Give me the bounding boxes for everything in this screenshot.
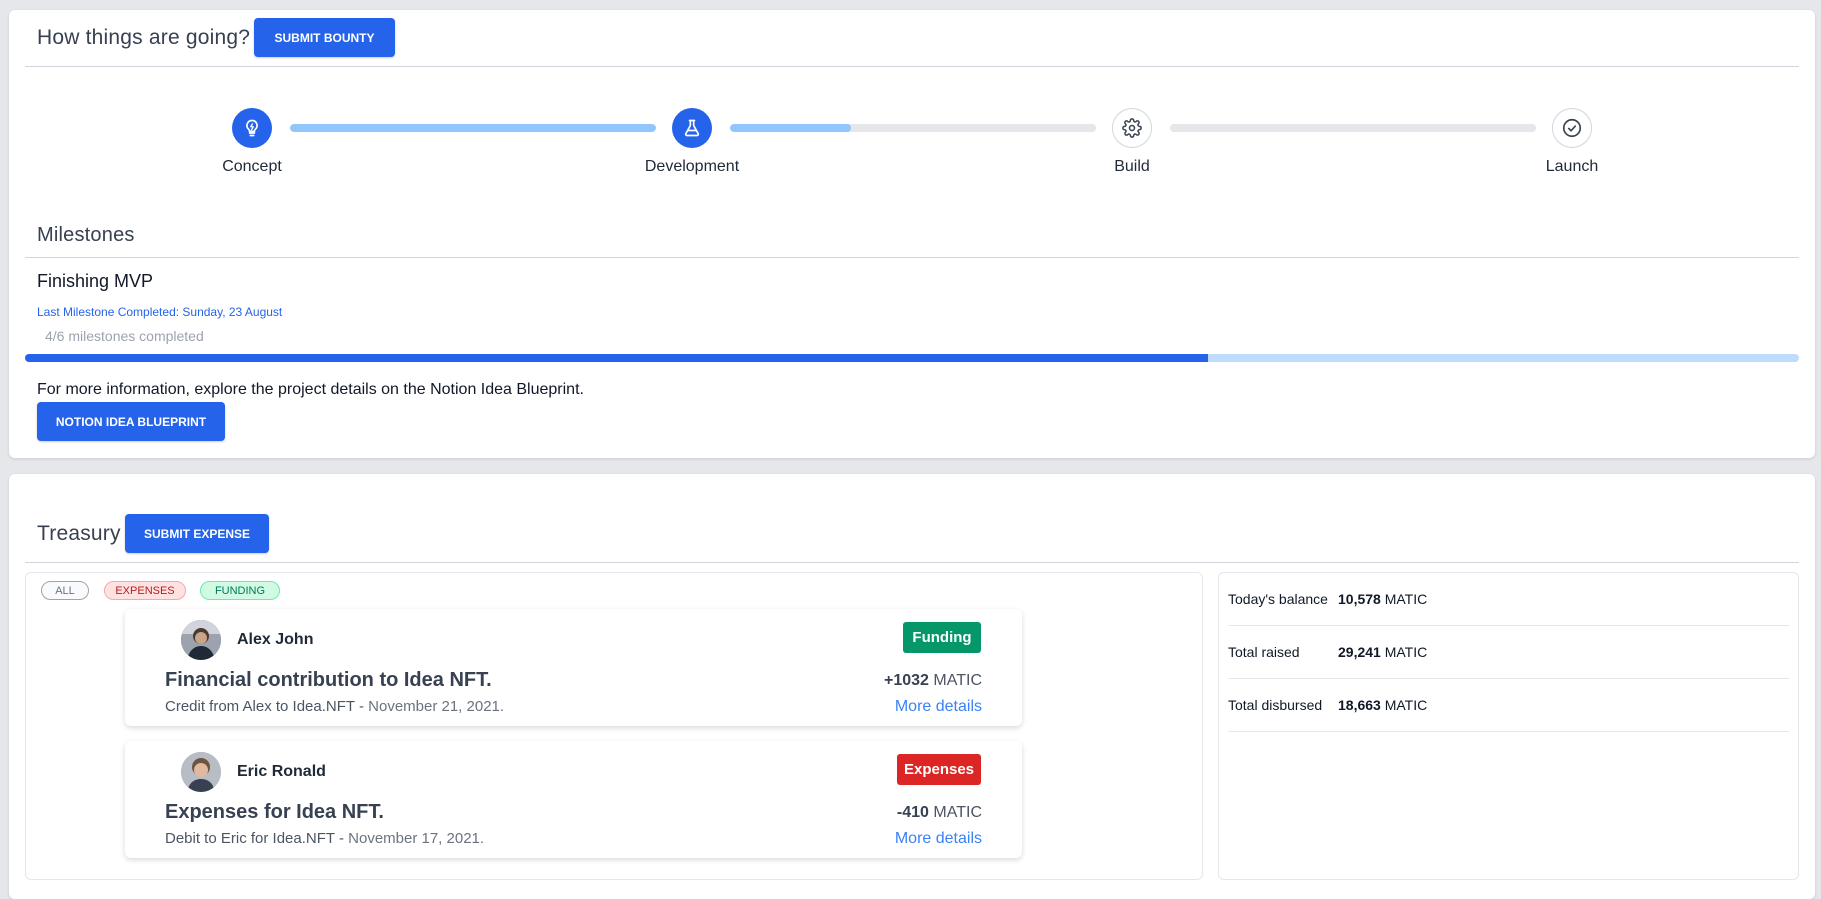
separator: -	[354, 698, 369, 715]
divider	[25, 66, 1799, 67]
transaction-title: Expenses for Idea NFT.	[165, 801, 384, 823]
more-details-link[interactable]: More details	[895, 698, 982, 716]
info-text: For more information, explore the projec…	[37, 381, 584, 398]
stat-row-disbursed: Total disbursed 18,663 MATIC	[1228, 679, 1789, 732]
amount-value: +1032	[884, 672, 929, 689]
step-connector-2	[730, 124, 1096, 132]
avatar	[181, 620, 221, 660]
last-milestone-text: Last Milestone Completed: Sunday, 23 Aug…	[37, 305, 283, 319]
more-details-link[interactable]: More details	[895, 830, 982, 848]
step-development: Development	[632, 108, 752, 176]
funding-badge: Funding	[903, 622, 981, 653]
step-build-label: Build	[1114, 158, 1150, 175]
divider	[25, 257, 1799, 258]
stat-number: 18,663	[1338, 697, 1381, 713]
progress-card: How things are going? SUBMIT BOUNTY Conc…	[9, 10, 1815, 458]
filter-all[interactable]: ALL	[41, 581, 89, 600]
transaction-name: Eric Ronald	[237, 763, 326, 780]
stat-label: Total disbursed	[1228, 697, 1323, 713]
transaction-title: Financial contribution to Idea NFT.	[165, 669, 492, 691]
step-build: Build	[1072, 108, 1192, 176]
stat-label: Total raised	[1228, 644, 1300, 660]
stat-unit: MATIC	[1384, 697, 1428, 713]
milestone-count: 4/6 milestones completed	[45, 328, 204, 344]
step-launch-circle	[1552, 108, 1592, 148]
amount-unit: MATIC	[933, 672, 982, 689]
filter-expenses[interactable]: EXPENSES	[104, 581, 186, 600]
avatar-alex-image	[181, 620, 221, 660]
stat-unit: MATIC	[1384, 591, 1428, 607]
milestone-progress-fill	[25, 354, 1208, 362]
expenses-badge: Expenses	[897, 754, 981, 785]
transaction-card[interactable]: Alex John Funding Financial contribution…	[125, 609, 1022, 726]
transaction-amount: -410 MATIC	[897, 804, 982, 822]
notion-blueprint-button[interactable]: NOTION IDEA BLUEPRINT	[37, 402, 225, 441]
transaction-amount: +1032 MATIC	[884, 672, 982, 690]
step-connector-3	[1170, 124, 1536, 132]
step-concept: Concept	[192, 108, 312, 176]
stat-row-balance: Today's balance 10,578 MATIC	[1228, 573, 1789, 626]
milestones-title: Milestones	[37, 224, 135, 246]
step-concept-label: Concept	[222, 158, 282, 175]
step-launch: Launch	[1512, 108, 1632, 176]
transaction-description-text: Credit from Alex to Idea.NFT	[165, 698, 355, 715]
transaction-name: Alex John	[237, 631, 314, 648]
milestone-current: Finishing MVP	[37, 271, 154, 291]
transaction-description-text: Debit to Eric for Idea.NFT	[165, 830, 335, 847]
filter-funding[interactable]: FUNDING	[200, 581, 280, 600]
flask-icon	[684, 119, 700, 137]
treasury-title: Treasury	[37, 522, 121, 545]
lightbulb-icon	[246, 119, 258, 137]
divider	[25, 562, 1799, 563]
transaction-card[interactable]: Eric Ronald Expenses Expenses for Idea N…	[125, 741, 1022, 858]
stat-number: 29,241	[1338, 644, 1381, 660]
transactions-panel: ALL EXPENSES FUNDING Alex John Funding F…	[25, 572, 1203, 880]
step-build-circle	[1112, 108, 1152, 148]
step-concept-circle	[232, 108, 272, 148]
stat-label: Today's balance	[1228, 591, 1328, 607]
milestone-progress-bar	[25, 354, 1799, 362]
step-development-label: Development	[644, 158, 740, 175]
check-circle-icon	[1562, 118, 1582, 138]
stat-row-raised: Total raised 29,241 MATIC	[1228, 626, 1789, 679]
transaction-date: November 17, 2021.	[348, 830, 485, 847]
stat-value: 10,578 MATIC	[1338, 591, 1427, 607]
transaction-date: November 21, 2021.	[368, 698, 505, 715]
step-connector-1	[290, 124, 656, 132]
avatar	[181, 752, 221, 792]
stat-number: 10,578	[1338, 591, 1381, 607]
stat-value: 29,241 MATIC	[1338, 644, 1427, 660]
separator: -	[334, 830, 349, 847]
step-connector-1-fill	[290, 124, 656, 132]
step-launch-label: Launch	[1545, 158, 1599, 175]
submit-bounty-button[interactable]: SUBMIT BOUNTY	[254, 18, 395, 57]
stats-panel: Today's balance 10,578 MATIC Total raise…	[1218, 572, 1799, 880]
treasury-card: Treasury SUBMIT EXPENSE ALL EXPENSES FUN…	[9, 474, 1815, 899]
amount-unit: MATIC	[933, 804, 982, 821]
submit-expense-button[interactable]: SUBMIT EXPENSE	[125, 514, 269, 553]
transaction-description: Debit to Eric for Idea.NFT - November 17…	[165, 830, 484, 847]
amount-value: -410	[896, 804, 929, 821]
step-development-circle	[672, 108, 712, 148]
avatar-eric-image	[181, 752, 221, 792]
transaction-description: Credit from Alex to Idea.NFT - November …	[165, 698, 504, 715]
progress-title: How things are going?	[37, 26, 251, 49]
gear-icon	[1122, 118, 1142, 138]
stat-unit: MATIC	[1384, 644, 1428, 660]
stat-value: 18,663 MATIC	[1338, 697, 1427, 713]
